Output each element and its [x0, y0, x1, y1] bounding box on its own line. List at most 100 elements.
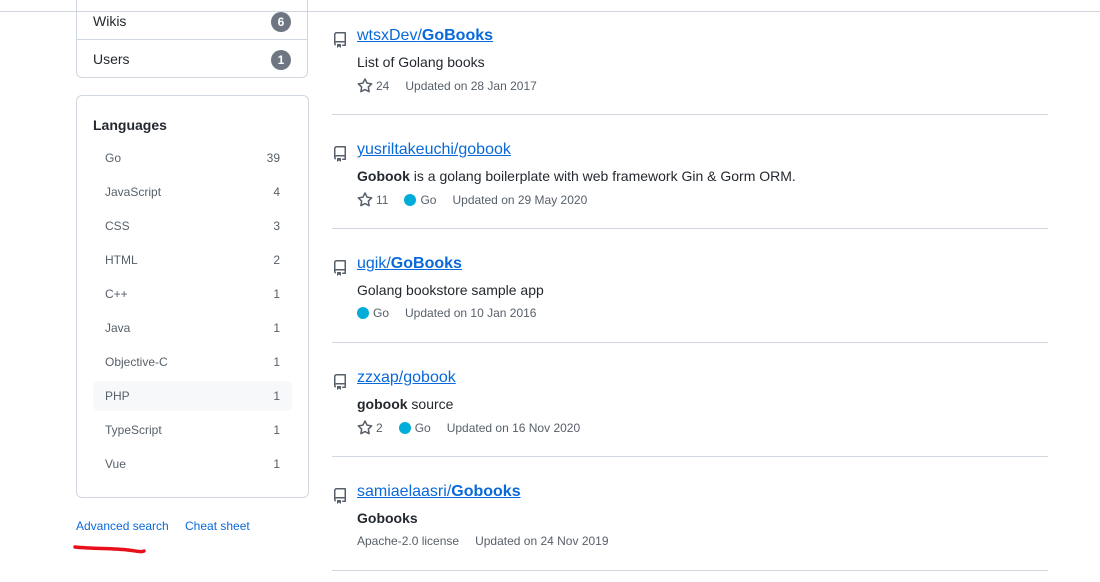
- repo-owner: yusriltakeuchi/gobook: [357, 141, 511, 158]
- repo-title-link[interactable]: samiaelaasri/Gobooks: [357, 483, 521, 501]
- star-icon: [357, 192, 376, 208]
- type-filter-users[interactable]: Users 1: [77, 40, 307, 78]
- updated-date: Updated on 10 Jan 2016: [405, 306, 537, 320]
- repo-description: Gobook is a golang boilerplate with web …: [357, 168, 796, 184]
- repo-icon: [332, 260, 348, 276]
- language-name: C++: [105, 287, 128, 301]
- language-count: 1: [273, 355, 280, 369]
- star-count-link[interactable]: 11: [357, 192, 388, 208]
- type-filter-menu: Wikis 6 Users 1: [76, 0, 308, 78]
- repo-language: Go: [404, 193, 436, 207]
- language-filter-item[interactable]: CSS 3: [93, 211, 292, 241]
- language-filter-item[interactable]: Go 39: [93, 143, 292, 173]
- language-name: HTML: [105, 253, 138, 267]
- count-badge: 6: [271, 12, 291, 32]
- language-count: 1: [273, 457, 280, 471]
- language-count: 2: [273, 253, 280, 267]
- repo-name: GoBooks: [390, 255, 462, 272]
- repo-title-link[interactable]: ugik/GoBooks: [357, 255, 462, 273]
- language-filter-item[interactable]: Vue 1: [93, 449, 292, 479]
- language-filter-item[interactable]: TypeScript 1: [93, 415, 292, 445]
- language-name: TypeScript: [105, 423, 162, 437]
- language-name: JavaScript: [105, 185, 162, 199]
- repo-icon: [332, 32, 348, 48]
- updated-date: Updated on 28 Jan 2017: [405, 79, 537, 93]
- repo-description: gobook source: [357, 396, 453, 412]
- star-icon: [357, 78, 376, 94]
- language-name: PHP: [105, 389, 130, 403]
- type-filter-wikis[interactable]: Wikis 6: [77, 2, 307, 40]
- description-text: List of Golang books: [357, 54, 485, 70]
- repo-meta: Go Updated on 10 Jan 2016: [357, 306, 552, 320]
- repo-meta: Apache-2.0 license Updated on 24 Nov 2019: [357, 534, 625, 548]
- star-count-link[interactable]: 24: [357, 78, 389, 94]
- language-filter-item[interactable]: JavaScript 4: [93, 177, 292, 207]
- red-underline-annotation: [73, 545, 146, 554]
- result-divider: [332, 456, 1048, 457]
- language-count: 1: [273, 287, 280, 301]
- repo-description: Golang bookstore sample app: [357, 282, 544, 298]
- language-count: 1: [273, 389, 280, 403]
- repo-icon: [332, 146, 348, 162]
- language-name: Objective-C: [105, 355, 168, 369]
- star-count: 11: [376, 193, 389, 207]
- star-count: 2: [376, 421, 383, 435]
- cheat-sheet-link[interactable]: Cheat sheet: [185, 519, 250, 533]
- description-text: Golang bookstore sample app: [357, 282, 544, 298]
- description-text: is a golang boilerplate with web framewo…: [409, 168, 796, 184]
- repo-owner: wtsxDev/: [357, 27, 422, 44]
- updated-date: Updated on 29 May 2020: [452, 193, 588, 207]
- repo-language: Go: [398, 421, 431, 435]
- language-filter-item[interactable]: C++ 1: [93, 279, 292, 309]
- repo-owner: ugik/: [357, 255, 391, 272]
- repo-title-link[interactable]: yusriltakeuchi/gobook: [357, 141, 511, 159]
- repo-language: Go: [357, 306, 389, 320]
- languages-filter: Languages Go 39 JavaScript 4 CSS 3 HTML 2 C++ 1 Ja…: [76, 95, 309, 498]
- description-highlight: Gobook: [357, 168, 410, 184]
- repo-title-link[interactable]: wtsxDev/GoBooks: [357, 27, 493, 45]
- language-filter-item[interactable]: PHP 1: [93, 381, 292, 411]
- language-count: 3: [273, 219, 280, 233]
- repo-name: Gobooks: [451, 483, 521, 500]
- language-name: CSS: [105, 219, 130, 233]
- star-icon: [357, 420, 376, 436]
- language-name: Go: [414, 421, 431, 435]
- star-count-link[interactable]: 2: [357, 420, 383, 436]
- repo-description: Gobooks: [357, 510, 418, 526]
- language-color-dot: [398, 422, 411, 434]
- language-filter-item[interactable]: Java 1: [93, 313, 292, 343]
- updated-date: Updated on 16 Nov 2020: [446, 421, 581, 435]
- count-badge: 1: [271, 50, 291, 70]
- advanced-search-link[interactable]: Advanced search: [76, 519, 169, 533]
- type-filter-label: Wikis: [93, 13, 127, 29]
- language-name: Java: [105, 321, 131, 335]
- languages-heading: Languages: [93, 117, 167, 133]
- repo-owner: zzxap/gobook: [357, 369, 456, 386]
- language-count: 39: [266, 151, 280, 165]
- repo-name: GoBooks: [421, 27, 494, 44]
- language-name: Go: [420, 193, 437, 207]
- language-count: 4: [273, 185, 280, 199]
- description-text: source: [407, 396, 454, 412]
- repo-description: List of Golang books: [357, 54, 485, 70]
- language-name: Vue: [105, 457, 126, 471]
- updated-date: Updated on 24 Nov 2019: [475, 534, 609, 548]
- repo-meta: 11 Go Updated on 29 May 2020: [357, 192, 603, 208]
- language-name: Go: [105, 151, 122, 165]
- language-filter-item[interactable]: Objective-C 1: [93, 347, 292, 377]
- repo-meta: 24 Updated on 28 Jan 2017: [357, 78, 553, 94]
- language-count: 1: [273, 321, 280, 335]
- repo-license: Apache-2.0 license: [357, 534, 460, 548]
- language-filter-item[interactable]: HTML 2: [93, 245, 292, 275]
- repo-icon: [332, 374, 348, 390]
- language-name: Go: [373, 306, 390, 320]
- description-highlight: gobook: [357, 396, 408, 412]
- language-color-dot: [404, 194, 417, 206]
- star-count: 24: [376, 79, 390, 93]
- result-divider: [332, 114, 1048, 115]
- language-count: 1: [273, 423, 280, 437]
- repo-owner: samiaelaasri/: [357, 483, 452, 500]
- description-highlight: Gobooks: [357, 510, 418, 526]
- result-divider: [332, 342, 1048, 343]
- repo-title-link[interactable]: zzxap/gobook: [357, 369, 456, 387]
